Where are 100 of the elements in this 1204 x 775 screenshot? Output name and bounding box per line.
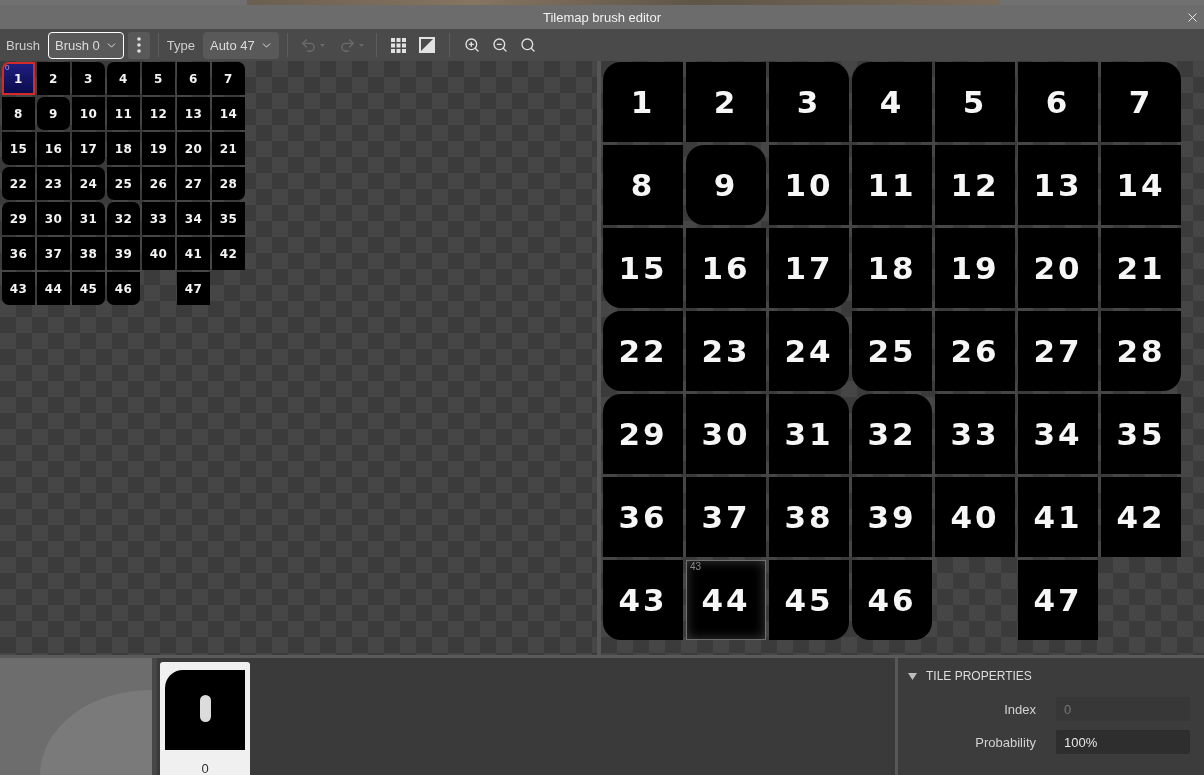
brush-tile[interactable]: 33 xyxy=(935,394,1015,474)
brush-tile[interactable]: 27 xyxy=(1018,311,1098,391)
brush-tile[interactable]: 34 xyxy=(1018,394,1098,474)
brush-tile[interactable]: 12 xyxy=(935,145,1015,225)
tileset-tile[interactable]: 34 xyxy=(177,202,210,235)
tileset-tile[interactable]: 30 xyxy=(37,202,70,235)
brush-tile[interactable]: 17 xyxy=(769,228,849,308)
tileset-tile[interactable]: 41 xyxy=(177,237,210,270)
tileset-tile[interactable]: 37 xyxy=(37,237,70,270)
brush-tile[interactable]: 9 xyxy=(686,145,766,225)
brush-tile[interactable]: 45 xyxy=(769,560,849,640)
tileset-tile[interactable]: 27 xyxy=(177,167,210,200)
brush-tile[interactable]: 22 xyxy=(603,311,683,391)
expand-triangle-icon[interactable] xyxy=(908,672,917,680)
tileset-tile[interactable]: 32 xyxy=(107,202,140,235)
tileset-tile[interactable]: 12 xyxy=(142,97,175,130)
brush-tile[interactable]: 21 xyxy=(1101,228,1181,308)
tileset-tile[interactable]: 35 xyxy=(212,202,245,235)
tileset-tile[interactable]: 10 xyxy=(72,97,105,130)
property-field[interactable]: 100% xyxy=(1056,730,1190,754)
brush-tile[interactable]: 4 xyxy=(852,62,932,142)
tileset-tile[interactable]: 9 xyxy=(37,97,70,130)
brush-tile[interactable]: 15 xyxy=(603,228,683,308)
brush-tile[interactable]: 43 xyxy=(603,560,683,640)
brush-tile[interactable]: 23 xyxy=(686,311,766,391)
brush-tile[interactable]: 41 xyxy=(1018,477,1098,557)
brush-tile[interactable]: 14 xyxy=(1101,145,1181,225)
brush-tile[interactable]: 13 xyxy=(1018,145,1098,225)
brush-tile[interactable]: 35 xyxy=(1101,394,1181,474)
brush-tile[interactable]: 28 xyxy=(1101,311,1181,391)
brush-tile[interactable]: 11 xyxy=(852,145,932,225)
brush-tile[interactable]: 10 xyxy=(769,145,849,225)
brush-tile[interactable]: 26 xyxy=(935,311,1015,391)
brush-tile[interactable]: 20 xyxy=(1018,228,1098,308)
brush-tile[interactable]: 46 xyxy=(852,560,932,640)
tileset-tile[interactable]: 33 xyxy=(142,202,175,235)
tileset-tile[interactable]: 5 xyxy=(142,62,175,95)
brush-tile[interactable]: 31 xyxy=(769,394,849,474)
brush-tile[interactable]: 30 xyxy=(686,394,766,474)
tileset-tile[interactable]: 42 xyxy=(212,237,245,270)
brush-tile[interactable]: 40 xyxy=(935,477,1015,557)
brush-tile[interactable]: 39 xyxy=(852,477,932,557)
tileset-tile[interactable]: 25 xyxy=(107,167,140,200)
tileset-tile[interactable]: 6 xyxy=(177,62,210,95)
brush-tile[interactable]: 36 xyxy=(603,477,683,557)
brush-tile[interactable]: 3 xyxy=(769,62,849,142)
more-button[interactable] xyxy=(127,31,150,59)
tileset-tile[interactable]: 31 xyxy=(72,202,105,235)
brush-tile[interactable]: 43 44 xyxy=(686,560,766,640)
brush-tile[interactable]: 7 xyxy=(1101,62,1181,142)
tileset-tile[interactable]: 43 xyxy=(2,272,35,305)
tileset-tile[interactable]: 14 xyxy=(212,97,245,130)
tileset-tile[interactable]: 4 xyxy=(107,62,140,95)
brush-tile[interactable]: 25 xyxy=(852,311,932,391)
tileset-tile[interactable]: 7 xyxy=(212,62,245,95)
tileset-tile[interactable]: 16 xyxy=(37,132,70,165)
tileset-tile[interactable]: 21 xyxy=(212,132,245,165)
brush-tile[interactable]: 29 xyxy=(603,394,683,474)
brush-tile[interactable]: 42 xyxy=(1101,477,1181,557)
brush-tile[interactable]: 24 xyxy=(769,311,849,391)
tileset-tile[interactable]: 22 xyxy=(2,167,35,200)
brush-select[interactable]: Brush 0 xyxy=(47,31,124,59)
tileset-tile[interactable]: 2 xyxy=(37,62,70,95)
tileset-tile[interactable]: 13 xyxy=(177,97,210,130)
tile-card[interactable]: 0 xyxy=(160,662,250,775)
tileset-tile[interactable]: 47 xyxy=(177,272,210,305)
tileset-tile[interactable]: 11 xyxy=(107,97,140,130)
tileset-tile[interactable]: 19 xyxy=(142,132,175,165)
type-select[interactable]: Auto 47 xyxy=(202,31,279,59)
brush-tile[interactable]: 8 xyxy=(603,145,683,225)
tileset-tile[interactable]: 28 xyxy=(212,167,245,200)
brush-tile[interactable]: 16 xyxy=(686,228,766,308)
tileset-tile[interactable]: 8 xyxy=(2,97,35,130)
brush-tile[interactable]: 1 xyxy=(603,62,683,142)
tileset-tile[interactable]: 40 xyxy=(142,237,175,270)
brush-tile[interactable]: 19 xyxy=(935,228,1015,308)
tileset-tile[interactable]: 36 xyxy=(2,237,35,270)
tileset-tile[interactable]: 3 xyxy=(72,62,105,95)
tileset-tile[interactable]: 18 xyxy=(107,132,140,165)
brush-tile[interactable]: 2 xyxy=(686,62,766,142)
tileset-tile[interactable]: 17 xyxy=(72,132,105,165)
tileset-tile[interactable]: 29 xyxy=(2,202,35,235)
tileset-tile[interactable]: 38 xyxy=(72,237,105,270)
tileset-tile[interactable]: 0 1 xyxy=(2,62,35,95)
tileset-tile[interactable]: 45 xyxy=(72,272,105,305)
brush-tile[interactable]: 38 xyxy=(769,477,849,557)
tileset-tile[interactable]: 23 xyxy=(37,167,70,200)
tileset-tile[interactable]: 39 xyxy=(107,237,140,270)
tileset-tile[interactable]: 24 xyxy=(72,167,105,200)
brush-tile[interactable]: 32 xyxy=(852,394,932,474)
brush-tile[interactable]: 5 xyxy=(935,62,1015,142)
tileset-tile[interactable]: 44 xyxy=(37,272,70,305)
brush-tile[interactable]: 47 xyxy=(1018,560,1098,640)
brush-tile[interactable]: 18 xyxy=(852,228,932,308)
tileset-tile[interactable]: 20 xyxy=(177,132,210,165)
brush-tile[interactable]: 6 xyxy=(1018,62,1098,142)
brush-tile[interactable]: 37 xyxy=(686,477,766,557)
tileset-tile[interactable]: 15 xyxy=(2,132,35,165)
tileset-tile[interactable]: 26 xyxy=(142,167,175,200)
tileset-tile[interactable]: 46 xyxy=(107,272,140,305)
